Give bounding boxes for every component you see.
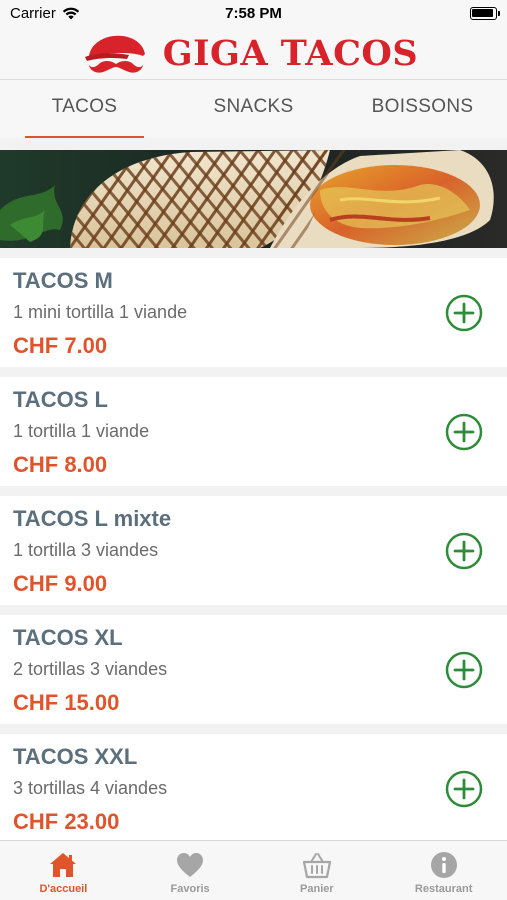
- home-icon: [50, 853, 77, 877]
- add-to-cart-icon[interactable]: [445, 294, 483, 332]
- item-name: TACOS L: [13, 387, 108, 412]
- add-to-cart-icon[interactable]: [445, 413, 483, 451]
- nav-item-restaurant[interactable]: Restaurant: [380, 841, 507, 900]
- logo-text: GIGA TACOS: [162, 33, 419, 74]
- list-item[interactable]: TACOS L 1 tortilla 1 viande CHF 8.00: [0, 377, 507, 486]
- add-to-cart-icon[interactable]: [445, 770, 483, 808]
- heart-icon: [177, 853, 204, 877]
- status-time: 7:58 PM: [225, 5, 282, 22]
- list-item[interactable]: TACOS M 1 mini tortilla 1 viande CHF 7.0…: [0, 258, 507, 367]
- nav-item-favoris[interactable]: Favoris: [127, 841, 254, 900]
- nav-label: D'accueil: [39, 883, 88, 895]
- nav-label: Panier: [300, 883, 334, 895]
- item-description: 1 mini tortilla 1 viande: [13, 302, 188, 322]
- cap-mustache-logo-icon: [84, 35, 145, 73]
- nav-item-accueil[interactable]: D'accueil: [0, 841, 127, 900]
- item-price: CHF 8.00: [13, 452, 108, 477]
- app-screen: Carrier 7:58 PM GIGA TACOS TACOS SNACKS …: [0, 0, 507, 900]
- list-item[interactable]: TACOS XL 2 tortillas 3 viandes CHF 15.00: [0, 615, 507, 724]
- battery-icon: [470, 7, 500, 20]
- item-name: TACOS XL: [13, 625, 123, 650]
- logo: GIGA TACOS: [83, 30, 418, 78]
- category-tabs: TACOS SNACKS BOISSONS: [0, 80, 507, 138]
- tab-tacos[interactable]: TACOS: [0, 80, 169, 138]
- item-name: TACOS XXL: [13, 744, 138, 769]
- status-bar: Carrier 7:58 PM: [0, 0, 507, 28]
- item-price: CHF 23.00: [13, 809, 120, 834]
- item-name: TACOS M: [13, 268, 113, 293]
- item-description: 1 tortilla 1 viande: [13, 421, 150, 441]
- menu-list: TACOS M 1 mini tortilla 1 viande CHF 7.0…: [0, 258, 507, 853]
- nav-item-panier[interactable]: Panier: [254, 841, 381, 900]
- item-description: 3 tortillas 4 viandes: [13, 778, 168, 798]
- item-name: TACOS L mixte: [13, 506, 172, 531]
- nav-label: Restaurant: [414, 883, 473, 895]
- add-to-cart-icon[interactable]: [445, 532, 483, 570]
- list-item[interactable]: TACOS L mixte 1 tortilla 3 viandes CHF 9…: [0, 496, 507, 605]
- item-price: CHF 15.00: [13, 690, 120, 715]
- item-price: CHF 9.00: [13, 571, 108, 596]
- tacos-banner-image: [0, 150, 507, 248]
- tab-snacks[interactable]: SNACKS: [169, 80, 338, 138]
- nav-label: Favoris: [170, 883, 210, 895]
- app-header: GIGA TACOS: [0, 28, 507, 80]
- item-price: CHF 7.00: [13, 333, 108, 358]
- item-description: 1 tortilla 3 viandes: [13, 540, 159, 560]
- info-icon: [430, 852, 457, 878]
- list-item[interactable]: TACOS XXL 3 tortillas 4 viandes CHF 23.0…: [0, 734, 507, 843]
- basket-icon: [302, 853, 331, 879]
- bottom-tab-bar: D'accueil Favoris Panier Restaurant: [0, 840, 507, 900]
- item-description: 2 tortillas 3 viandes: [13, 659, 168, 679]
- add-to-cart-icon[interactable]: [445, 651, 483, 689]
- tab-boissons[interactable]: BOISSONS: [338, 80, 507, 138]
